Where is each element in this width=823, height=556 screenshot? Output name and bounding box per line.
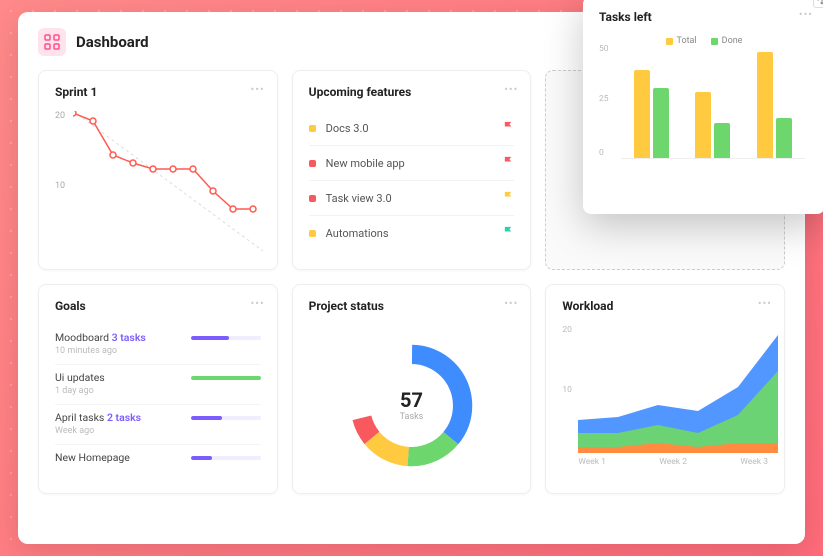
card-tasks-left-floating[interactable]: Tasks left ••• 50 25 0 Total Done	[583, 0, 823, 214]
app-icon	[38, 28, 66, 56]
goal-time: 10 minutes ago	[55, 346, 261, 356]
goal-time: Week ago	[55, 426, 261, 436]
more-icon[interactable]: •••	[251, 297, 265, 310]
bar	[695, 92, 711, 158]
move-handle-icon[interactable]	[813, 0, 823, 8]
feature-label: New mobile app	[326, 157, 405, 170]
goal-label: April tasks 2 tasks	[55, 411, 141, 424]
bar	[776, 118, 792, 158]
card-title: Tasks left	[599, 10, 809, 24]
xtick-row: Week 1 Week 2 Week 3	[578, 457, 768, 467]
card-project-status: Project status ••• 57 Tasks	[292, 284, 532, 494]
progress-bar	[191, 376, 261, 380]
feature-label: Task view 3.0	[326, 192, 392, 205]
xtick: Week 3	[740, 457, 768, 467]
bar	[714, 123, 730, 158]
card-sprint: Sprint 1 ••• 20 10	[38, 70, 278, 270]
more-icon[interactable]: •••	[799, 8, 813, 21]
feature-label: Docs 3.0	[326, 122, 369, 135]
goal-item[interactable]: New Homepage	[55, 445, 261, 474]
ytick: 25	[599, 94, 609, 104]
more-icon[interactable]: •••	[504, 83, 518, 96]
tasks-left-bar-chart: 50 25 0 Total Done	[599, 36, 809, 181]
status-dot	[309, 160, 316, 167]
goal-label: Moodboard 3 tasks	[55, 331, 146, 344]
goal-item[interactable]: Ui updates 1 day ago	[55, 365, 261, 405]
card-workload: Workload ••• 20 10 Week 1 Week 2 Week 3	[545, 284, 785, 494]
flag-icon[interactable]	[503, 191, 514, 205]
sprint-svg	[73, 111, 263, 261]
ytick: 50	[599, 44, 609, 54]
donut-chart: 57 Tasks	[309, 325, 515, 485]
card-upcoming-features: Upcoming features ••• Docs 3.0 New mobil…	[292, 70, 532, 270]
feature-item[interactable]: Automations	[309, 216, 515, 250]
ytick: 10	[562, 385, 572, 395]
card-title: Goals	[55, 299, 261, 313]
goal-label: New Homepage	[55, 451, 130, 464]
goal-item[interactable]: April tasks 2 tasks Week ago	[55, 405, 261, 445]
xtick: Week 1	[578, 457, 606, 467]
status-dot	[309, 125, 316, 132]
feature-list: Docs 3.0 New mobile app Task view 3.0 Au…	[309, 111, 515, 250]
flag-icon[interactable]	[503, 156, 514, 170]
flag-icon[interactable]	[503, 121, 514, 135]
goal-time: 1 day ago	[55, 386, 261, 396]
progress-bar	[191, 336, 261, 340]
bar	[653, 88, 669, 158]
ytick: 20	[55, 111, 65, 121]
ytick: 10	[55, 181, 65, 191]
goal-label: Ui updates	[55, 371, 105, 384]
ytick: 0	[599, 148, 604, 158]
ytick: 20	[562, 325, 572, 335]
donut-value: 57	[400, 388, 424, 412]
bar	[634, 70, 650, 158]
sprint-line-chart: 20 10	[55, 111, 261, 261]
status-dot	[309, 230, 316, 237]
progress-bar	[191, 416, 261, 420]
more-icon[interactable]: •••	[251, 83, 265, 96]
feature-label: Automations	[326, 227, 389, 240]
card-title: Workload	[562, 299, 768, 313]
xtick: Week 2	[659, 457, 687, 467]
card-goals: Goals ••• Moodboard 3 tasks 10 minutes a…	[38, 284, 278, 494]
feature-item[interactable]: Docs 3.0	[309, 111, 515, 146]
donut-label: Tasks	[400, 412, 424, 422]
donut-center: 57 Tasks	[400, 388, 424, 422]
card-title: Sprint 1	[55, 85, 261, 99]
flag-icon[interactable]	[503, 226, 514, 240]
card-title: Project status	[309, 299, 515, 313]
status-dot	[309, 195, 316, 202]
progress-bar	[191, 456, 261, 460]
workload-area-chart: 20 10 Week 1 Week 2 Week 3	[562, 325, 768, 465]
more-icon[interactable]: •••	[504, 297, 518, 310]
goals-list: Moodboard 3 tasks 10 minutes ago Ui upda…	[55, 325, 261, 474]
goal-item[interactable]: Moodboard 3 tasks 10 minutes ago	[55, 325, 261, 365]
bar	[757, 52, 773, 158]
more-icon[interactable]: •••	[758, 297, 772, 310]
workload-svg	[578, 325, 778, 453]
feature-item[interactable]: New mobile app	[309, 146, 515, 181]
feature-item[interactable]: Task view 3.0	[309, 181, 515, 216]
page-title: Dashboard	[76, 33, 149, 51]
card-title: Upcoming features	[309, 85, 515, 99]
